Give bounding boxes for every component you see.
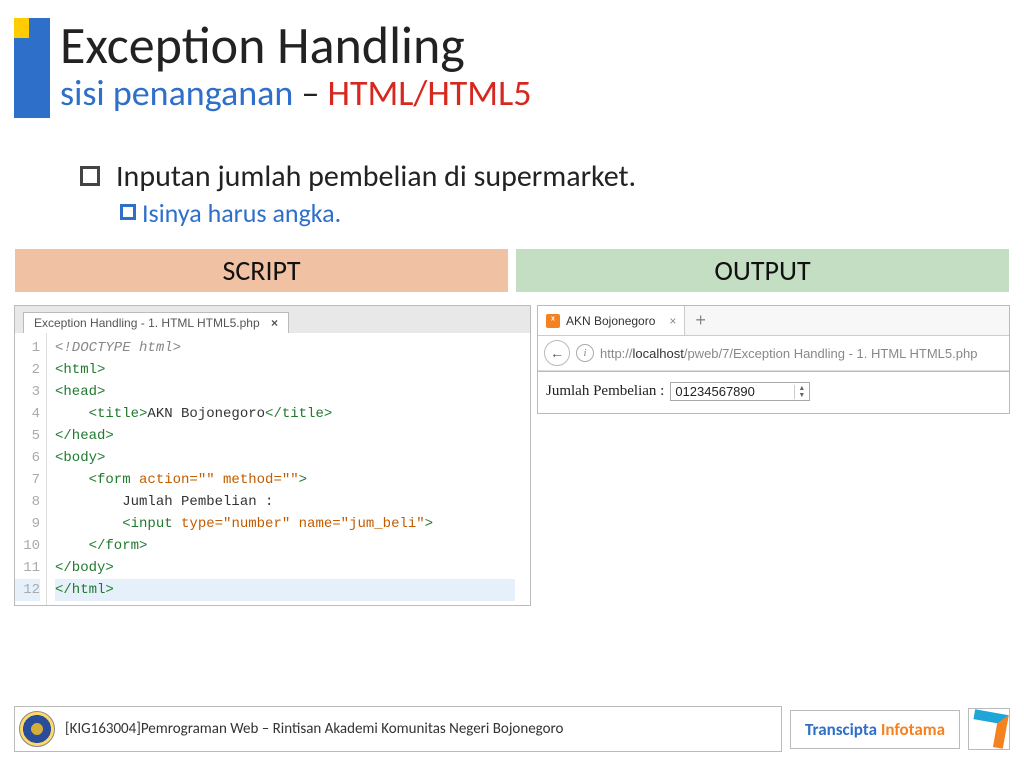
line-number: 9 <box>15 513 40 535</box>
brand-logo-icon <box>968 708 1010 750</box>
script-column-header: SCRIPT <box>14 248 509 293</box>
url-host: localhost <box>633 346 684 361</box>
close-icon[interactable]: × <box>669 314 676 328</box>
subtitle-part-red: HTML/HTML5 <box>328 71 532 115</box>
line-number: 11 <box>15 557 40 579</box>
site-info-icon[interactable]: i <box>576 344 594 362</box>
line-number: 7 <box>15 469 40 491</box>
code-line: </html> <box>55 582 114 598</box>
jumlah-pembelian-input[interactable]: 01234567890 ▲▼ <box>670 382 810 401</box>
browser-tab[interactable]: ˣ AKN Bojonegoro × <box>538 306 685 335</box>
code-content[interactable]: <!DOCTYPE html> <html> <head> <title>AKN… <box>47 333 523 605</box>
code-line: > <box>299 472 307 488</box>
code-area: 1 2 3 4 5 6 7 8 9 10 11 12 <!DOCTYPE htm… <box>15 333 530 605</box>
code-text: Jumlah Pembelian : <box>55 494 273 510</box>
square-bullet-icon <box>120 204 136 220</box>
subtitle-dash: – <box>301 71 327 115</box>
line-number: 4 <box>15 403 40 425</box>
form-label: Jumlah Pembelian : <box>546 383 664 400</box>
code-line: <title> <box>55 406 147 422</box>
code-line: </head> <box>55 428 114 444</box>
title-accent-bar <box>14 18 50 118</box>
code-line: <head> <box>55 384 105 400</box>
bullet-level-1: Inputan jumlah pembelian di supermarket. <box>80 158 994 195</box>
editor-tab-title: Exception Handling - 1. HTML HTML5.php <box>34 316 260 330</box>
editor-tab[interactable]: Exception Handling - 1. HTML HTML5.php × <box>23 312 289 333</box>
course-info-box: [KIG163004]Pemrograman Web – Rintisan Ak… <box>14 706 782 752</box>
code-editor-panel: Exception Handling - 1. HTML HTML5.php ×… <box>14 305 531 606</box>
brand-word-2: Infotama <box>881 719 945 740</box>
slide-title-block: Exception Handling sisi penanganan – HTM… <box>14 18 531 118</box>
browser-output-panel: ˣ AKN Bojonegoro × + ← i http://localhos… <box>537 305 1010 414</box>
line-number: 6 <box>15 447 40 469</box>
course-info-text: [KIG163004]Pemrograman Web – Rintisan Ak… <box>65 720 563 738</box>
line-number: 3 <box>15 381 40 403</box>
subtitle-part-blue: sisi penanganan <box>60 71 301 115</box>
code-line: <!DOCTYPE html> <box>55 340 181 356</box>
brand-name: Transcipta Infotama <box>790 710 960 749</box>
browser-tab-title: AKN Bojonegoro <box>566 314 655 328</box>
line-number: 5 <box>15 425 40 447</box>
code-line: </title> <box>265 406 332 422</box>
line-number: 10 <box>15 535 40 557</box>
slide-title: Exception Handling <box>60 18 531 73</box>
bullet-list: Inputan jumlah pembelian di supermarket.… <box>80 158 994 229</box>
url-path: /pweb/7/Exception Handling - 1. HTML HTM… <box>684 346 978 361</box>
browser-tab-bar: ˣ AKN Bojonegoro × + <box>538 306 1009 336</box>
line-number: 2 <box>15 359 40 381</box>
url-scheme: http:// <box>600 346 633 361</box>
close-icon[interactable]: × <box>271 316 278 330</box>
code-line: <form <box>55 472 139 488</box>
rendered-page: Jumlah Pembelian : 01234567890 ▲▼ <box>538 371 1009 413</box>
new-tab-button[interactable]: + <box>685 306 716 335</box>
square-bullet-icon <box>80 166 100 186</box>
plus-icon: + <box>695 310 706 331</box>
line-number: 8 <box>15 491 40 513</box>
form-row: Jumlah Pembelian : 01234567890 ▲▼ <box>546 382 1001 401</box>
line-number: 12 <box>15 579 40 601</box>
code-line: </body> <box>55 560 114 576</box>
line-number-gutter: 1 2 3 4 5 6 7 8 9 10 11 12 <box>15 333 47 605</box>
column-headers: SCRIPT OUTPUT <box>14 248 1010 293</box>
input-value: 01234567890 <box>675 384 755 399</box>
slide-footer: [KIG163004]Pemrograman Web – Rintisan Ak… <box>14 706 1010 752</box>
bullet-1-text: Inputan jumlah pembelian di supermarket. <box>116 158 636 195</box>
code-line: <html> <box>55 362 105 378</box>
institution-seal-icon <box>19 711 55 747</box>
code-line: <input <box>55 516 181 532</box>
code-text: AKN Bojonegoro <box>147 406 265 422</box>
browser-toolbar: ← i http://localhost/pweb/7/Exception Ha… <box>538 336 1009 371</box>
bullet-level-2: Isinya harus angka. <box>120 197 994 229</box>
code-line: > <box>425 516 433 532</box>
brand-area: Transcipta Infotama <box>790 708 1010 750</box>
line-number: 1 <box>15 337 40 359</box>
editor-tab-bar: Exception Handling - 1. HTML HTML5.php × <box>15 306 530 333</box>
slide-subtitle: sisi penanganan – HTML/HTML5 <box>60 75 531 113</box>
brand-word-1: Transcipta <box>805 719 881 740</box>
code-attr: type="number" name="jum_beli" <box>181 516 425 532</box>
code-attr: action="" method="" <box>139 472 299 488</box>
bullet-2-text: Isinya harus angka. <box>142 197 341 229</box>
xampp-favicon-icon: ˣ <box>546 314 560 328</box>
back-button[interactable]: ← <box>544 340 570 366</box>
code-line: </form> <box>55 538 147 554</box>
code-line: <body> <box>55 450 105 466</box>
url-field[interactable]: http://localhost/pweb/7/Exception Handli… <box>600 346 1003 361</box>
number-spinner-icon[interactable]: ▲▼ <box>794 385 805 399</box>
arrow-left-icon: ← <box>550 345 564 361</box>
output-column-header: OUTPUT <box>515 248 1010 293</box>
